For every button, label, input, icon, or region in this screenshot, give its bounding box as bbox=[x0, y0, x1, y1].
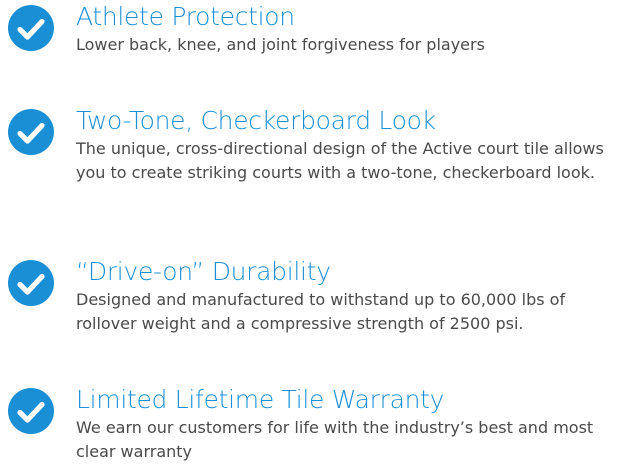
feature-description: Lower back, knee, and joint forgiveness … bbox=[76, 35, 485, 54]
feature-description: We earn our customers for life with the … bbox=[76, 418, 594, 461]
feature-description: Designed and manufactured to withstand u… bbox=[76, 290, 566, 333]
feature-text: Athlete Protection Lower back, knee, and… bbox=[76, 3, 628, 57]
feature-title: “Drive-on” Durability bbox=[76, 257, 331, 286]
feature-text: “Drive-on” Durability Designed and manuf… bbox=[76, 258, 628, 336]
feature-text: Limited Lifetime Tile Warranty We earn o… bbox=[76, 386, 628, 464]
feature-list: Athlete Protection Lower back, knee, and… bbox=[0, 0, 634, 469]
check-circle-icon bbox=[8, 109, 54, 155]
feature-description: The unique, cross-directional design of … bbox=[76, 139, 604, 182]
feature-title: Limited Lifetime Tile Warranty bbox=[76, 385, 445, 414]
feature-title: Athlete Protection bbox=[76, 2, 295, 31]
check-circle-icon bbox=[8, 5, 54, 51]
feature-title: Two-Tone, Checkerboard Look bbox=[76, 106, 436, 135]
feature-text: Two-Tone, Checkerboard Look The unique, … bbox=[76, 107, 628, 185]
check-circle-icon bbox=[8, 388, 54, 434]
check-circle-icon bbox=[8, 260, 54, 306]
